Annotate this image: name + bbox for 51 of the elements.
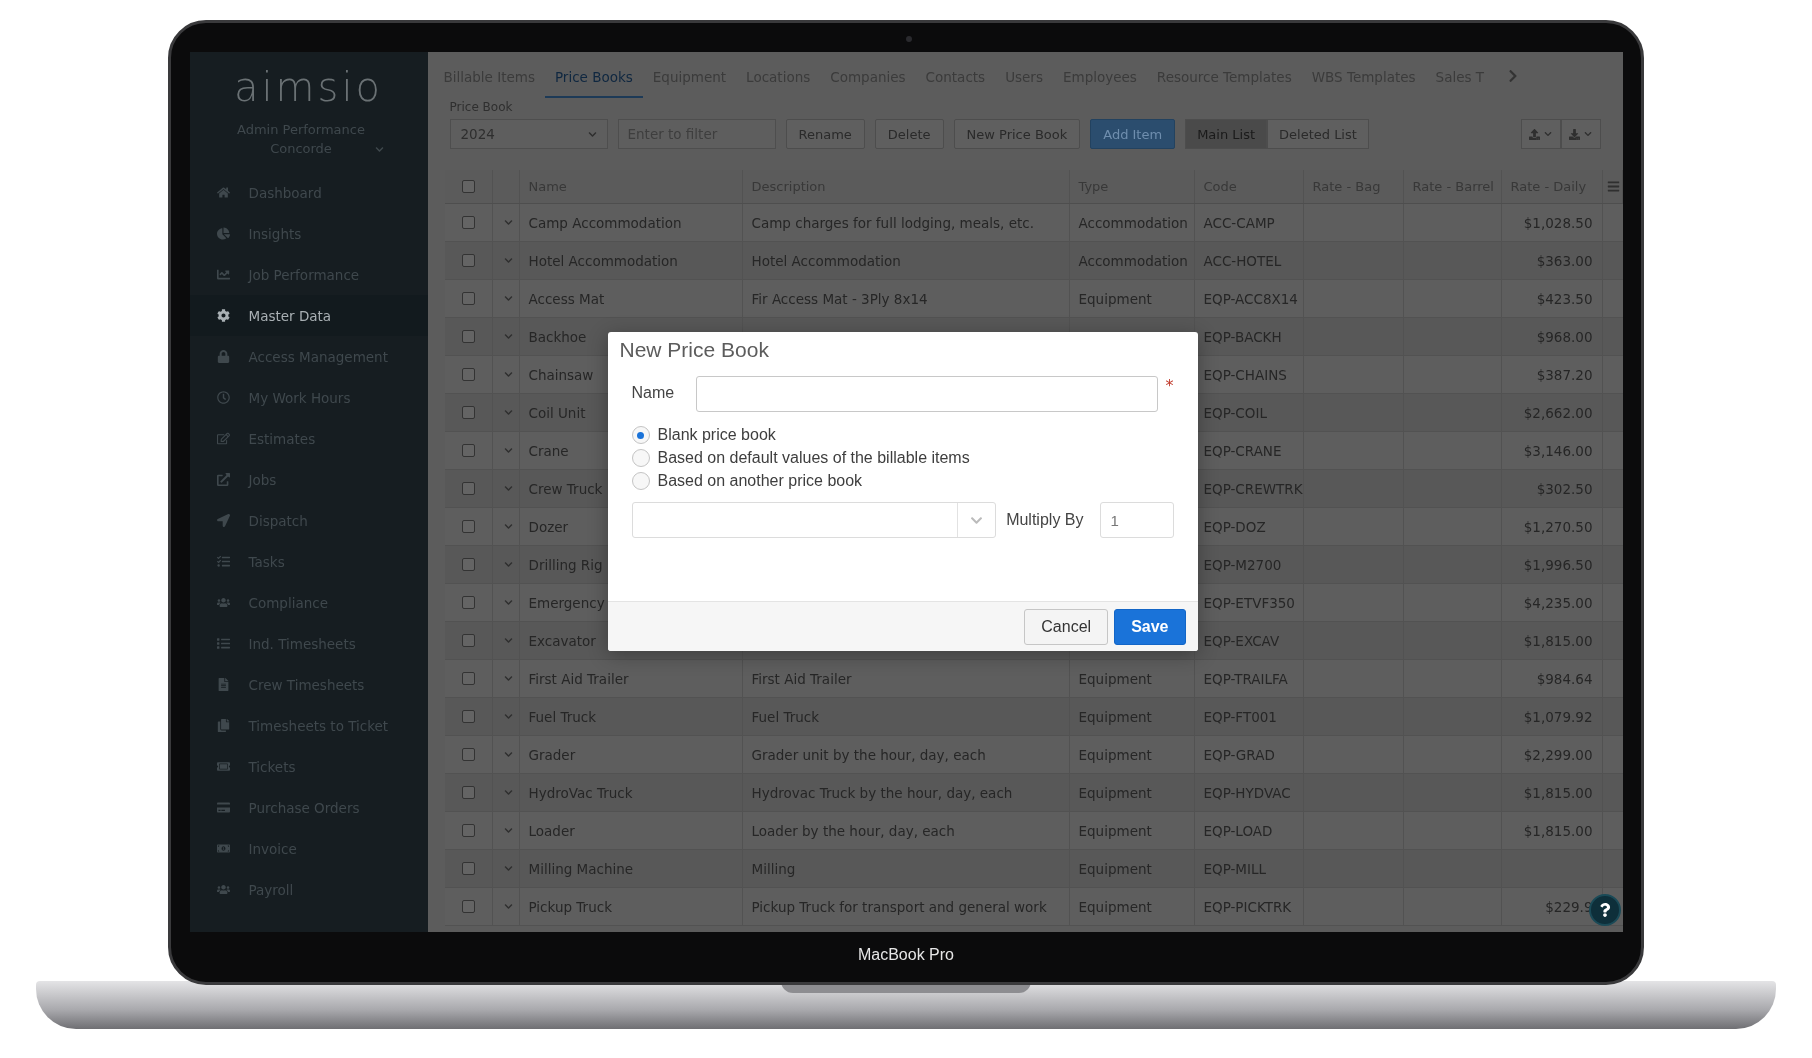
table-cell: Chainsaw <box>528 366 594 383</box>
required-mark: * <box>1165 376 1174 395</box>
table-cell: Fir Access Mat - 3Ply 8x14 <box>751 290 928 307</box>
table-cell: First Aid Trailer <box>751 670 852 687</box>
table-cell: Dozer <box>528 518 569 535</box>
table-cell: Access Mat <box>528 290 605 307</box>
table-cell: EQP-DOZ <box>1203 518 1266 535</box>
device-label: MacBook Pro <box>857 946 954 964</box>
table-cell: Equipment <box>1078 746 1152 763</box>
table-cell: $1,815.00 <box>1523 822 1593 839</box>
logo: aimsio <box>234 64 383 110</box>
table-cell: $387.20 <box>1536 366 1593 383</box>
table-cell: Equipment <box>1078 670 1152 687</box>
table-cell: $4,235.00 <box>1523 594 1593 611</box>
table-cell: EQP-LOAD <box>1203 822 1273 839</box>
table-cell: $1,270.50 <box>1523 518 1593 535</box>
radio-label: Based on another price book <box>657 472 863 490</box>
table-cell: EQP-ETVF350 <box>1203 594 1295 611</box>
table-cell: $3,146.00 <box>1523 442 1593 459</box>
table-cell: Crane <box>528 442 569 459</box>
table-cell: $984.64 <box>1536 670 1593 687</box>
table-cell: Emergency <box>528 594 605 611</box>
table-cell: EQP-CHAINS <box>1203 366 1287 383</box>
table-cell: Equipment <box>1078 898 1152 915</box>
table-cell: Pickup Truck for transport and general work <box>751 898 1047 915</box>
radio-label: Based on default values of the billable items <box>657 449 970 467</box>
dialog-title: New Price Book <box>618 337 770 362</box>
table-cell: Grader <box>528 746 576 763</box>
table-cell: $423.50 <box>1536 290 1593 307</box>
table-cell: EQP-ACC8X14 <box>1203 290 1298 307</box>
table-cell: EQP-TRAILFA <box>1203 670 1288 687</box>
table-cell: Pickup Truck <box>528 898 612 915</box>
table-cell: First Aid Trailer <box>528 670 629 687</box>
table-cell: Camp charges for full lodging, meals, etc. <box>751 214 1034 231</box>
table-cell: EQP-GRAD <box>1203 746 1275 763</box>
table-cell: EQP-PICKTRK <box>1203 898 1292 915</box>
table-cell: Camp Accommodation <box>528 214 682 231</box>
table-cell: Equipment <box>1078 290 1152 307</box>
table-cell: ACC-CAMP <box>1203 214 1275 231</box>
radio-label: Blank price book <box>657 426 776 444</box>
table-cell: $2,299.00 <box>1523 746 1593 763</box>
table-cell: EQP-CRANE <box>1203 442 1282 459</box>
table-cell: Grader unit by the hour, day, each <box>751 746 986 763</box>
field-label: Multiply By <box>1006 511 1084 529</box>
table-cell: $1,028.50 <box>1523 214 1593 231</box>
table-cell: Accommodation <box>1078 214 1188 231</box>
field-label: Name <box>631 383 675 402</box>
table-cell: Loader <box>528 822 575 839</box>
table-cell: Loader by the hour, day, each <box>751 822 955 839</box>
sidebar-item-label: Master Data <box>248 307 332 324</box>
table-cell: Equipment <box>1078 822 1152 839</box>
